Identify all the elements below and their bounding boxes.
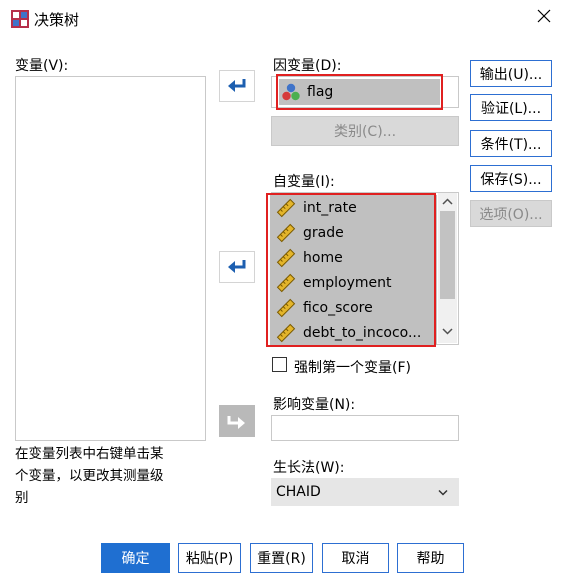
move-to-influence-button[interactable] — [219, 405, 255, 437]
criteria-button-label: 条件(T)... — [480, 136, 542, 153]
growth-method-select[interactable]: CHAID — [271, 478, 459, 506]
paste-button-label: 粘贴(P) — [185, 551, 234, 567]
output-button[interactable]: 输出(U)... — [470, 60, 552, 87]
scroll-up-icon[interactable] — [442, 198, 453, 206]
criteria-button[interactable]: 条件(T)... — [470, 130, 552, 157]
independent-highlight-box — [266, 193, 436, 347]
arrow-right-icon — [227, 416, 245, 429]
reset-button[interactable]: 重置(R) — [250, 543, 313, 573]
scroll-down-icon[interactable] — [442, 327, 453, 335]
influence-label: 影响变量(N): — [273, 397, 356, 413]
arrow-left-icon — [228, 260, 246, 273]
force-first-checkbox[interactable] — [272, 357, 287, 372]
cancel-button[interactable]: 取消 — [322, 543, 389, 573]
save-button[interactable]: 保存(S)... — [470, 165, 552, 192]
options-button-label: 选项(O)... — [479, 206, 543, 223]
dependent-label: 因变量(D): — [273, 58, 342, 74]
arrow-left-icon — [228, 79, 246, 92]
output-button-label: 输出(U)... — [479, 66, 543, 83]
variables-list[interactable] — [15, 76, 206, 441]
influence-field[interactable] — [271, 415, 459, 441]
paste-button[interactable]: 粘贴(P) — [178, 543, 241, 573]
dependent-value: flag — [307, 84, 334, 100]
hint-line-3: 别 — [15, 490, 29, 506]
category-button-label: 类别(C)... — [333, 124, 397, 140]
hint-line-1: 在变量列表中右键单击某 — [15, 446, 164, 462]
help-button[interactable]: 帮助 — [397, 543, 464, 573]
ok-button-label: 确定 — [121, 551, 150, 567]
close-icon[interactable] — [536, 8, 552, 24]
app-icon — [11, 10, 29, 28]
growth-label: 生长法(W): — [273, 460, 345, 476]
dependent-selected-item[interactable]: flag — [279, 79, 440, 105]
title-bar: 决策树 — [0, 0, 567, 38]
nominal-icon — [282, 83, 300, 101]
help-button-label: 帮助 — [416, 551, 445, 567]
cancel-button-label: 取消 — [341, 551, 370, 567]
independent-scrollbar[interactable] — [438, 193, 457, 343]
move-to-independent-button[interactable] — [219, 251, 255, 283]
move-to-dependent-button[interactable] — [219, 70, 255, 102]
growth-method-value: CHAID — [276, 484, 321, 500]
hint-line-2: 个变量，以更改其测量级 — [15, 468, 164, 484]
force-first-label: 强制第一个变量(F) — [294, 360, 411, 376]
category-button[interactable]: 类别(C)... — [271, 116, 459, 146]
validation-button[interactable]: 验证(L)... — [470, 94, 552, 121]
scrollbar-thumb[interactable] — [440, 211, 455, 299]
measurement-hint: 在变量列表中右键单击某 个变量，以更改其测量级 别 — [15, 443, 215, 509]
window-title: 决策树 — [34, 11, 80, 29]
independent-label: 自变量(I): — [273, 174, 335, 190]
ok-button[interactable]: 确定 — [101, 543, 170, 573]
validation-button-label: 验证(L)... — [480, 100, 542, 117]
variables-label: 变量(V): — [15, 58, 69, 74]
save-button-label: 保存(S)... — [480, 171, 542, 188]
chevron-down-icon — [438, 489, 448, 496]
reset-button-label: 重置(R) — [257, 551, 306, 567]
options-button[interactable]: 选项(O)... — [470, 200, 552, 227]
